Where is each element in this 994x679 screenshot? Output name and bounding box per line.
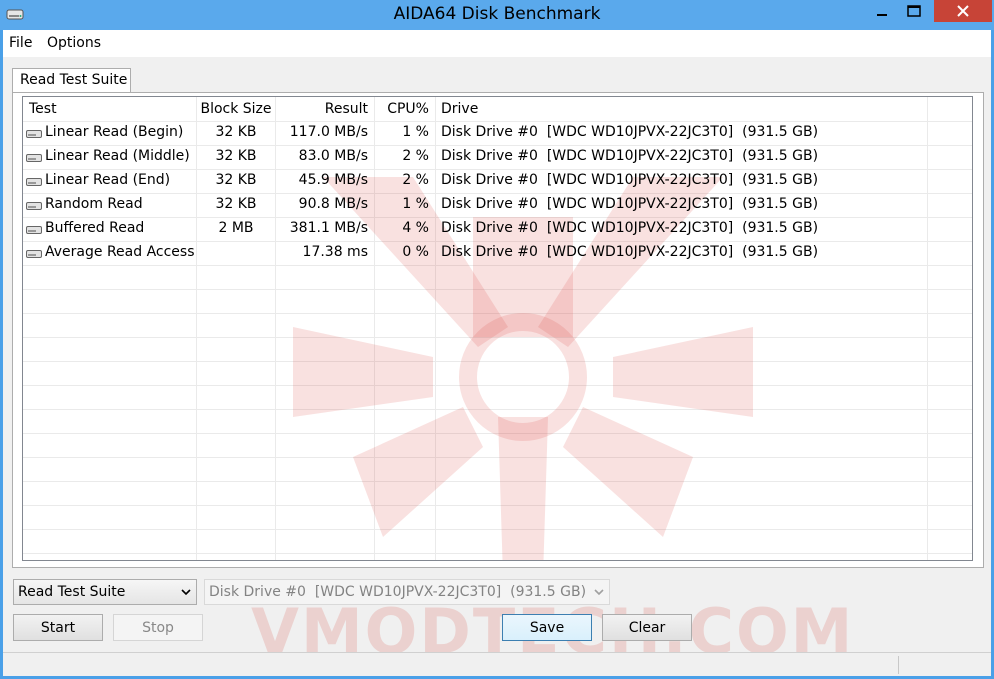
disk-drive-icon: [26, 178, 42, 186]
cell-drive: Disk Drive #0 [WDC WD10JPVX-22JC3T0] (93…: [441, 244, 819, 260]
cell-result: 45.9 MB/s: [298, 172, 368, 188]
disk-drive-icon: [26, 250, 42, 258]
minimize-button[interactable]: [868, 0, 896, 22]
cell-block-size: 32 KB: [215, 172, 257, 188]
cell-drive: Disk Drive #0 [WDC WD10JPVX-22JC3T0] (93…: [441, 196, 819, 212]
table-row[interactable]: Linear Read (Begin) 32 KB 117.0 MB/s 1 %…: [23, 121, 972, 145]
header-block-size[interactable]: Block Size: [197, 101, 275, 117]
table-row[interactable]: Linear Read (Middle) 32 KB 83.0 MB/s 2 %…: [23, 145, 972, 169]
cell-cpu: 4 %: [402, 220, 429, 236]
disk-drive-icon: [26, 154, 42, 162]
table-row[interactable]: Buffered Read 2 MB 381.1 MB/s 4 % Disk D…: [23, 217, 972, 241]
menu-bar: File Options: [3, 30, 991, 57]
cell-test: Linear Read (Middle): [45, 148, 190, 164]
test-suite-select[interactable]: Read Test Suite: [13, 579, 197, 605]
client-area: File Options Read Test Suite Test Block …: [3, 30, 991, 676]
status-bar: [3, 652, 991, 676]
window-title: AIDA64 Disk Benchmark: [393, 4, 601, 24]
table-header: Test Block Size Result CPU% Drive: [23, 97, 972, 121]
menu-options[interactable]: Options: [47, 35, 101, 51]
results-table: Test Block Size Result CPU% Drive Linear…: [22, 96, 973, 561]
cell-block-size: 32 KB: [215, 196, 257, 212]
disk-drive-icon: [26, 226, 42, 234]
disk-drive-icon: [26, 130, 42, 138]
table-row[interactable]: Average Read Access 17.38 ms 0 % Disk Dr…: [23, 241, 972, 265]
cell-drive: Disk Drive #0 [WDC WD10JPVX-22JC3T0] (93…: [441, 124, 819, 140]
cell-test: Linear Read (End): [45, 172, 171, 188]
status-separator: [898, 656, 899, 674]
title-bar: AIDA64 Disk Benchmark: [0, 0, 994, 30]
cell-block-size: 32 KB: [215, 124, 257, 140]
clear-button[interactable]: Clear: [602, 614, 692, 641]
cell-test: Buffered Read: [45, 220, 145, 236]
save-button[interactable]: Save: [502, 614, 592, 641]
cell-drive: Disk Drive #0 [WDC WD10JPVX-22JC3T0] (93…: [441, 148, 819, 164]
maximize-icon: [907, 5, 921, 17]
cell-result: 117.0 MB/s: [289, 124, 368, 140]
cell-test: Average Read Access: [45, 244, 195, 260]
cell-test: Linear Read (Begin): [45, 124, 184, 140]
cell-drive: Disk Drive #0 [WDC WD10JPVX-22JC3T0] (93…: [441, 172, 819, 188]
cell-drive: Disk Drive #0 [WDC WD10JPVX-22JC3T0] (93…: [441, 220, 819, 236]
header-test[interactable]: Test: [29, 101, 57, 117]
header-result[interactable]: Result: [276, 101, 368, 117]
cell-result: 381.1 MB/s: [289, 220, 368, 236]
cell-result: 83.0 MB/s: [298, 148, 368, 164]
table-row[interactable]: Random Read 32 KB 90.8 MB/s 1 % Disk Dri…: [23, 193, 972, 217]
drive-select-value: Disk Drive #0 [WDC WD10JPVX-22JC3T0] (93…: [209, 584, 587, 600]
chevron-down-icon: [594, 589, 604, 596]
stop-button[interactable]: Stop: [113, 614, 203, 641]
tab-panel: Test Block Size Result CPU% Drive Linear…: [12, 92, 984, 568]
cell-test: Random Read: [45, 196, 143, 212]
cell-cpu: 1 %: [402, 124, 429, 140]
test-suite-select-value: Read Test Suite: [18, 584, 126, 600]
cell-cpu: 1 %: [402, 196, 429, 212]
cell-cpu: 2 %: [402, 148, 429, 164]
cell-block-size: 32 KB: [215, 148, 257, 164]
drive-select[interactable]: Disk Drive #0 [WDC WD10JPVX-22JC3T0] (93…: [204, 579, 610, 605]
cell-result: 90.8 MB/s: [298, 196, 368, 212]
cell-block-size: 2 MB: [218, 220, 254, 236]
start-button[interactable]: Start: [13, 614, 103, 641]
header-drive[interactable]: Drive: [441, 101, 478, 117]
table-row[interactable]: Linear Read (End) 32 KB 45.9 MB/s 2 % Di…: [23, 169, 972, 193]
menu-file[interactable]: File: [9, 35, 32, 51]
cell-cpu: 2 %: [402, 172, 429, 188]
header-cpu[interactable]: CPU%: [375, 101, 429, 117]
close-icon: [957, 5, 969, 17]
cell-cpu: 0 %: [402, 244, 429, 260]
minimize-icon: [877, 14, 887, 16]
tab-read-test-suite[interactable]: Read Test Suite: [12, 68, 131, 93]
cell-result: 17.38 ms: [302, 244, 368, 260]
chevron-down-icon: [181, 589, 191, 596]
close-button[interactable]: [934, 0, 992, 22]
disk-drive-icon: [26, 202, 42, 210]
maximize-button[interactable]: [900, 0, 928, 22]
